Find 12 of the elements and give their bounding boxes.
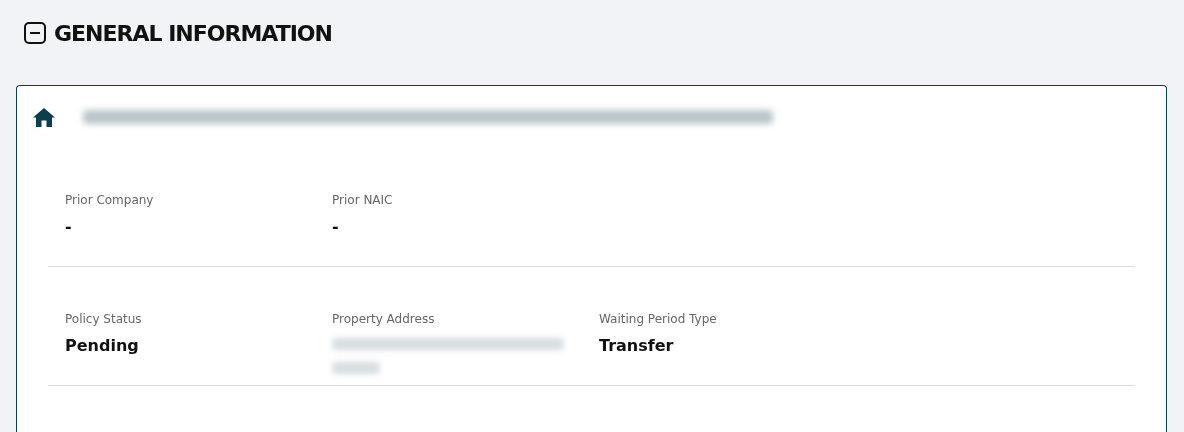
field-label: Property Address xyxy=(332,312,436,326)
field-label: Waiting Period Type xyxy=(599,312,718,326)
collapse-button[interactable] xyxy=(24,22,46,44)
field-label: Prior NAIC xyxy=(332,193,394,207)
field-value: Transfer xyxy=(599,336,675,355)
field-label: Prior Company xyxy=(65,193,155,207)
section-title: GENERAL INFORMATION xyxy=(54,20,332,46)
field-value: Pending xyxy=(65,336,140,355)
field-label: Policy Status xyxy=(65,312,143,326)
home-icon xyxy=(33,107,55,127)
field-value: - xyxy=(332,217,340,236)
field-value: - xyxy=(65,217,73,236)
